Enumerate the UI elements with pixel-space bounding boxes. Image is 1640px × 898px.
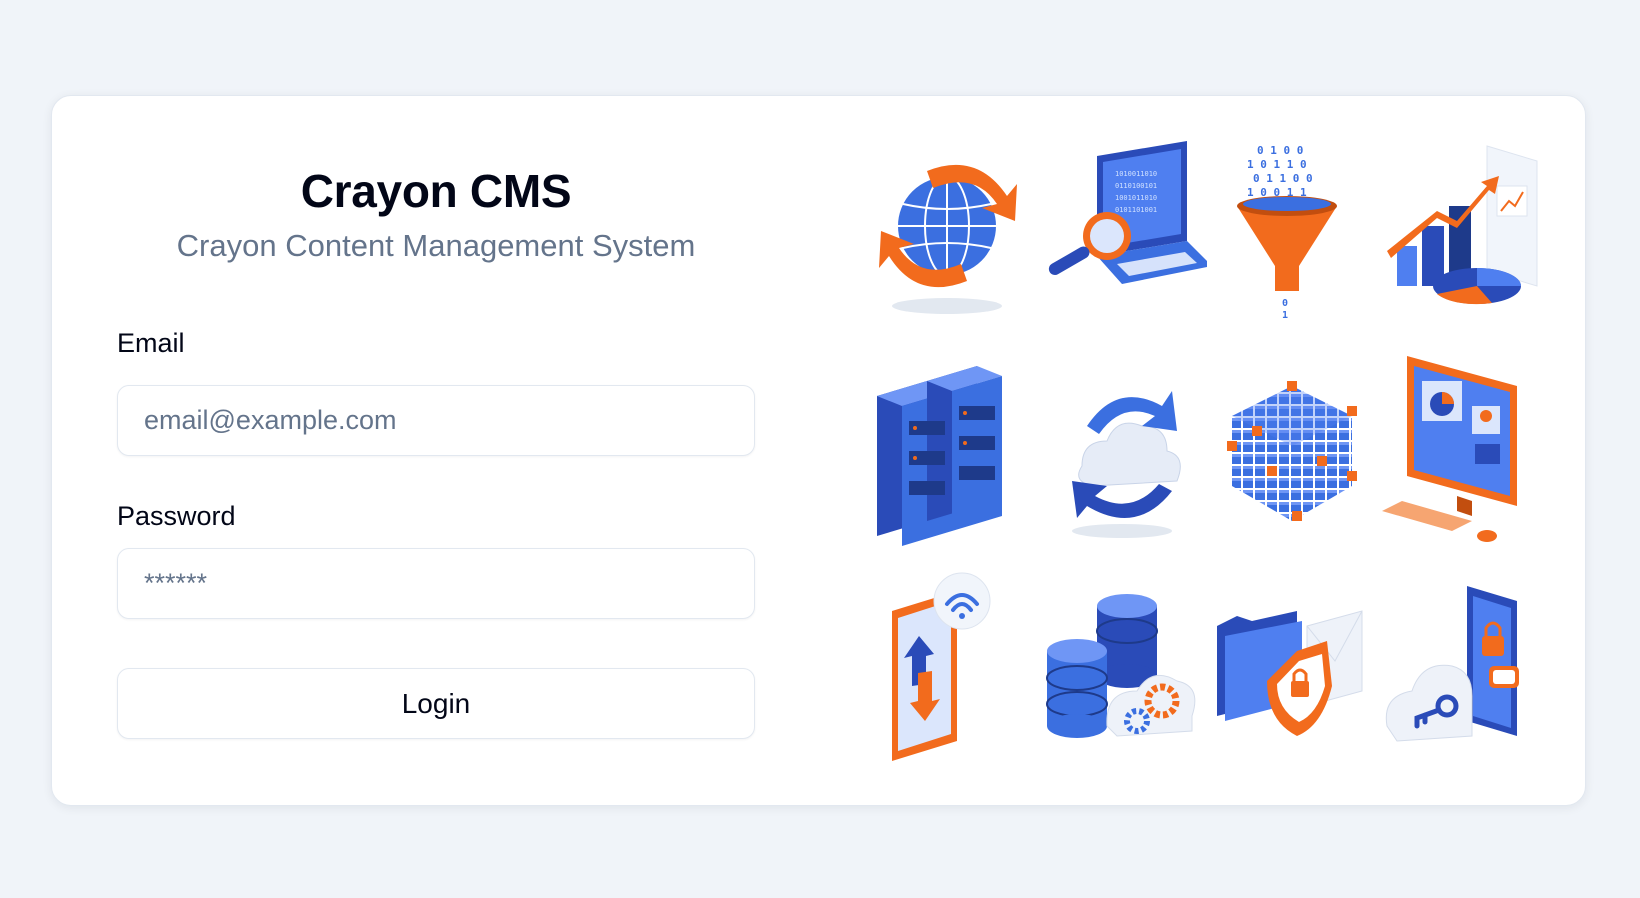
analytics-chart-icon — [1377, 126, 1547, 326]
svg-text:1 0 1 1 0: 1 0 1 1 0 — [1247, 158, 1307, 171]
data-cube-icon — [1207, 346, 1377, 546]
svg-text:1: 1 — [1282, 310, 1288, 321]
database-settings-icon — [1037, 566, 1207, 766]
globe-sync-icon — [867, 126, 1037, 326]
cloud-sync-icon — [1037, 346, 1207, 546]
email-label: Email — [117, 328, 185, 358]
password-input[interactable] — [117, 548, 755, 619]
svg-text:0: 0 — [1282, 298, 1288, 309]
data-funnel-icon: 0 1 0 0 1 0 1 1 0 0 1 1 0 0 1 0 0 1 1 0 … — [1207, 126, 1377, 326]
secure-folder-icon — [1207, 566, 1377, 766]
svg-text:0110100101: 0110100101 — [1115, 182, 1157, 190]
server-rack-icon — [867, 346, 1037, 546]
email-input[interactable] — [117, 385, 755, 456]
svg-text:0 1 0 0: 0 1 0 0 — [1257, 144, 1303, 157]
page-subtitle: Crayon Content Management System — [176, 228, 696, 263]
login-form: Crayon CMS Crayon Content Management Sys… — [117, 96, 755, 805]
svg-text:0101101001: 0101101001 — [1115, 206, 1157, 214]
svg-text:1010011010: 1010011010 — [1115, 170, 1157, 178]
svg-text:1001011010: 1001011010 — [1115, 194, 1157, 202]
login-card: Crayon CMS Crayon Content Management Sys… — [51, 95, 1586, 806]
svg-text:0 1 1 0 0: 0 1 1 0 0 — [1253, 172, 1313, 185]
tablet-transfer-icon — [867, 566, 1037, 766]
monitor-dashboard-icon — [1377, 346, 1547, 546]
cloud-key-phone-icon — [1377, 566, 1547, 766]
password-label: Password — [117, 501, 236, 531]
illustration-grid: 1010011010 0110100101 1001011010 0101101… — [867, 126, 1547, 786]
page-title: Crayon CMS — [300, 165, 572, 217]
login-button[interactable]: Login — [117, 668, 755, 739]
laptop-search-icon: 1010011010 0110100101 1001011010 0101101… — [1037, 126, 1207, 326]
